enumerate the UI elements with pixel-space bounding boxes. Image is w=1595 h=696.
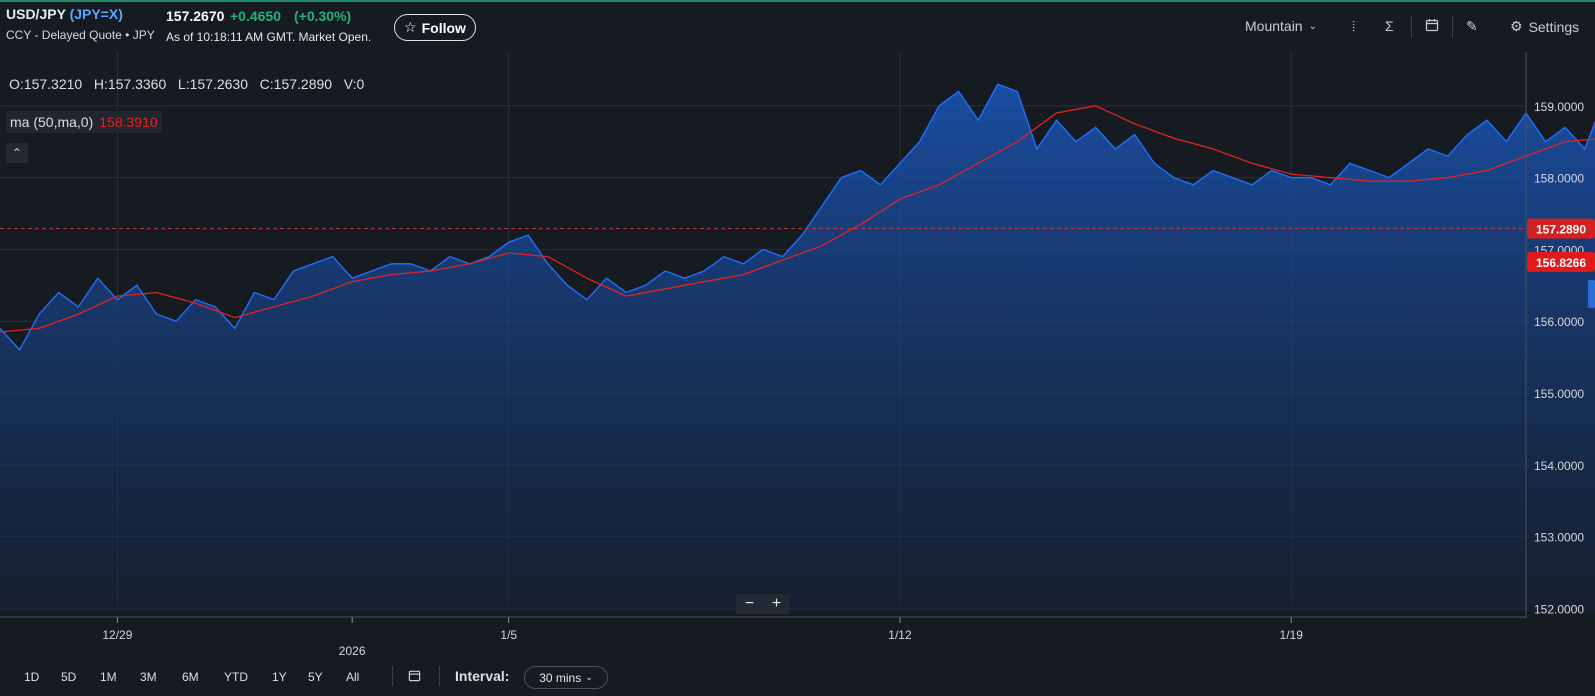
- ma-price-tag: 156.8266: [1536, 256, 1586, 270]
- chevron-up-icon: ⌃: [11, 146, 23, 160]
- range-divider: [439, 666, 440, 686]
- x-tick-label: 2026: [339, 644, 366, 658]
- y-tick-label: 152.0000: [1534, 602, 1584, 616]
- compare-button[interactable]: ⦙: [1352, 18, 1355, 35]
- follow-label: Follow: [421, 19, 466, 36]
- zoom-controls: − +: [736, 594, 790, 614]
- pencil-icon: ✎: [1466, 18, 1478, 34]
- price-area: [0, 84, 1595, 612]
- chart-series: [0, 83, 1595, 612]
- axis-scroll-handle: [1588, 280, 1595, 308]
- chevron-down-icon: ⌄: [1308, 20, 1317, 32]
- toolbar-divider: [1411, 16, 1412, 38]
- chart-style-dropdown[interactable]: Mountain ⌄: [1245, 18, 1317, 34]
- interval-value: 30 mins: [539, 670, 582, 685]
- range-button-all[interactable]: All: [346, 670, 359, 684]
- interval-label: Interval:: [455, 668, 510, 684]
- indicator-value: 158.3910: [99, 114, 158, 130]
- range-button-6m[interactable]: 6M: [182, 670, 199, 684]
- volume-value: V:0: [343, 76, 365, 92]
- date-picker-button[interactable]: [408, 669, 421, 685]
- range-button-1m[interactable]: 1M: [100, 670, 117, 684]
- price-change-percent: (+0.30%): [294, 8, 352, 24]
- indicator-label: ma (50,ma,0): [10, 114, 94, 130]
- open-value: O:157.3210: [9, 76, 83, 92]
- high-value: H:157.3360: [93, 76, 167, 92]
- settings-button[interactable]: ⚙ Settings: [1510, 18, 1579, 35]
- chart-style-label: Mountain: [1245, 18, 1303, 34]
- range-button-1y[interactable]: 1Y: [272, 670, 287, 684]
- settings-label: Settings: [1528, 18, 1580, 35]
- y-tick-label: 155.0000: [1534, 387, 1584, 401]
- range-button-5d[interactable]: 5D: [61, 670, 76, 684]
- zoom-in-button[interactable]: +: [772, 595, 781, 613]
- quote-subtitle: CCY - Delayed Quote • JPY: [6, 28, 155, 42]
- calendar-icon: [1425, 19, 1439, 32]
- range-button-1d[interactable]: 1D: [24, 670, 39, 684]
- y-tick-label: 158.0000: [1534, 172, 1584, 186]
- range-button-ytd[interactable]: YTD: [224, 670, 248, 684]
- range-button-3m[interactable]: 3M: [140, 670, 157, 684]
- y-tick-label: 154.0000: [1534, 459, 1584, 473]
- collapse-legend-button[interactable]: ⌃: [6, 143, 28, 163]
- last-price-tag: 157.2890: [1536, 223, 1586, 237]
- x-tick-label: 1/19: [1280, 628, 1304, 642]
- indicators-button[interactable]: Σ: [1385, 18, 1394, 34]
- x-tick-label: 1/5: [500, 628, 517, 642]
- price-change: +0.4650: [230, 8, 281, 24]
- calendar-icon: [408, 670, 421, 682]
- gear-icon: ⚙: [1510, 18, 1523, 34]
- range-button-5y[interactable]: 5Y: [308, 670, 323, 684]
- close-value: C:157.2890: [259, 76, 333, 92]
- star-icon: ☆: [404, 19, 417, 35]
- market-status: As of 10:18:11 AM GMT. Market Open.: [166, 30, 372, 44]
- range-divider: [392, 666, 393, 686]
- price-chart[interactable]: 159.0000158.0000157.0000156.0000155.0000…: [0, 52, 1595, 696]
- draw-button[interactable]: ✎: [1466, 18, 1478, 35]
- zoom-out-button[interactable]: −: [745, 595, 754, 613]
- symbol-name: USD/JPY: [6, 6, 66, 22]
- y-tick-label: 156.0000: [1534, 315, 1584, 329]
- last-price: 157.2670: [166, 8, 225, 24]
- interval-dropdown[interactable]: 30 mins ⌄: [524, 666, 608, 689]
- chevron-down-icon: ⌄: [585, 672, 593, 682]
- x-tick-label: 12/29: [102, 628, 132, 642]
- low-value: L:157.2630: [177, 76, 248, 92]
- ticker-link[interactable]: (JPY=X): [70, 6, 123, 22]
- indicator-legend[interactable]: ma (50,ma,0) 158.3910: [6, 111, 162, 133]
- sigma-icon: Σ: [1385, 18, 1394, 34]
- symbol-title: USD/JPY (JPY=X): [6, 6, 123, 22]
- compare-icon: ⦙: [1352, 18, 1356, 34]
- y-tick-label: 159.0000: [1534, 100, 1584, 114]
- ohlc-readout: O:157.3210 H:157.3360 L:157.2630 C:157.2…: [9, 76, 364, 92]
- quote-header: USD/JPY (JPY=X) CCY - Delayed Quote • JP…: [0, 2, 1595, 52]
- follow-button[interactable]: ☆ Follow: [394, 14, 476, 41]
- y-tick-label: 153.0000: [1534, 531, 1584, 545]
- events-button[interactable]: [1425, 18, 1439, 32]
- x-tick-label: 1/12: [888, 628, 912, 642]
- toolbar-divider: [1452, 16, 1453, 38]
